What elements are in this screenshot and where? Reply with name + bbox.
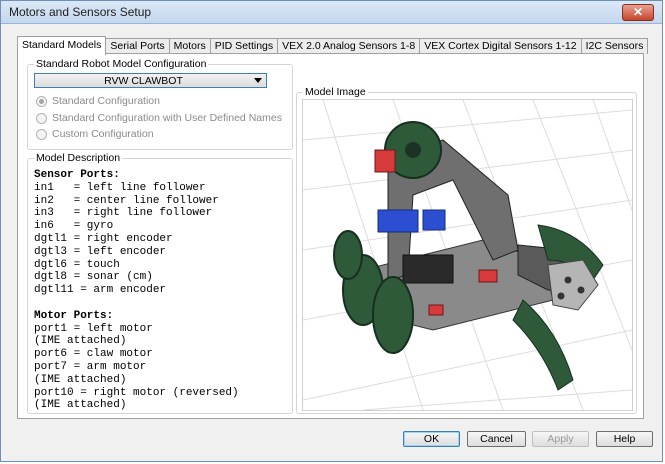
tab-serial-ports[interactable]: Serial Ports — [105, 38, 170, 54]
motor-line: port10 = right motor (reversed) — [34, 386, 239, 399]
model-description-text: Sensor Ports: in1 = left line follower in2… — [34, 169, 284, 412]
radio-standard-config[interactable]: Standard Configuration — [36, 94, 160, 108]
radio-dot — [36, 112, 47, 124]
motor-line: (IME attached) — [34, 399, 127, 412]
robot-model-select[interactable]: RVW CLAWBOT — [34, 73, 267, 88]
sensor-line: dgtl1 = right encoder — [34, 232, 173, 245]
sensor-line: in6 = gyro — [34, 220, 114, 233]
ok-button[interactable]: OK — [403, 431, 460, 447]
robot-model — [333, 121, 604, 391]
motor-line: port6 = claw motor — [34, 348, 153, 361]
model-description-legend: Model Description — [36, 152, 121, 164]
radio-label: Standard Configuration with User Defined… — [52, 112, 282, 124]
radio-custom-config[interactable]: Custom Configuration — [36, 127, 154, 141]
robot-render — [303, 100, 632, 410]
motor-ports-header: Motor Ports: — [34, 309, 114, 322]
close-icon: ✕ — [632, 5, 644, 19]
sensor-line: in3 = right line follower — [34, 207, 213, 220]
window-title: Motors and Sensors Setup — [9, 5, 152, 19]
tab-digital-sensors[interactable]: VEX Cortex Digital Sensors 1-12 — [419, 38, 582, 54]
motor-line: port7 = arm motor — [34, 360, 147, 373]
model-image-legend: Model Image — [305, 86, 366, 98]
radio-label: Custom Configuration — [52, 128, 154, 140]
sensor-ports-header: Sensor Ports: — [34, 169, 120, 181]
tab-analog-sensors[interactable]: VEX 2.0 Analog Sensors 1-8 — [277, 38, 421, 54]
radio-dot — [36, 95, 47, 107]
sensor-line: in1 = left line follower — [34, 181, 206, 194]
sensor-line: in2 = center line follower — [34, 194, 219, 207]
motor-line: (IME attached) — [34, 335, 127, 348]
dialog-window: Motors and Sensors Setup ✕ Standard Mode… — [0, 0, 663, 462]
motor-line: (IME attached) — [34, 373, 127, 386]
title-bar[interactable]: Motors and Sensors Setup ✕ — [1, 1, 662, 24]
close-button[interactable]: ✕ — [622, 4, 654, 21]
tab-motors[interactable]: Motors — [168, 38, 211, 54]
tab-standard-models[interactable]: Standard Models — [17, 36, 107, 55]
tab-i2c-sensors[interactable]: I2C Sensors — [580, 38, 649, 54]
radio-dot — [36, 128, 47, 140]
motor-line: port1 = left motor — [34, 322, 153, 335]
model-config-legend: Standard Robot Model Configuration — [36, 58, 207, 70]
model-image-viewport[interactable] — [302, 99, 633, 411]
sensor-line: dgtl11 = arm encoder — [34, 284, 167, 297]
radio-label: Standard Configuration — [52, 95, 160, 107]
sensor-line: dgtl6 = touch — [34, 258, 120, 271]
radio-user-defined-names[interactable]: Standard Configuration with User Defined… — [36, 111, 282, 125]
apply-button[interactable]: Apply — [532, 431, 589, 447]
tab-pid-settings[interactable]: PID Settings — [209, 38, 279, 54]
cancel-button[interactable]: Cancel — [467, 431, 526, 447]
sensor-line: dgtl8 = sonar (cm) — [34, 271, 153, 284]
help-button[interactable]: Help — [596, 431, 653, 447]
sensor-line: dgtl3 = left encoder — [34, 245, 167, 258]
chevron-down-icon — [254, 78, 262, 83]
tab-strip: Standard Models Serial Ports Motors PID … — [17, 36, 649, 55]
robot-model-value: RVW CLAWBOT — [104, 75, 183, 87]
